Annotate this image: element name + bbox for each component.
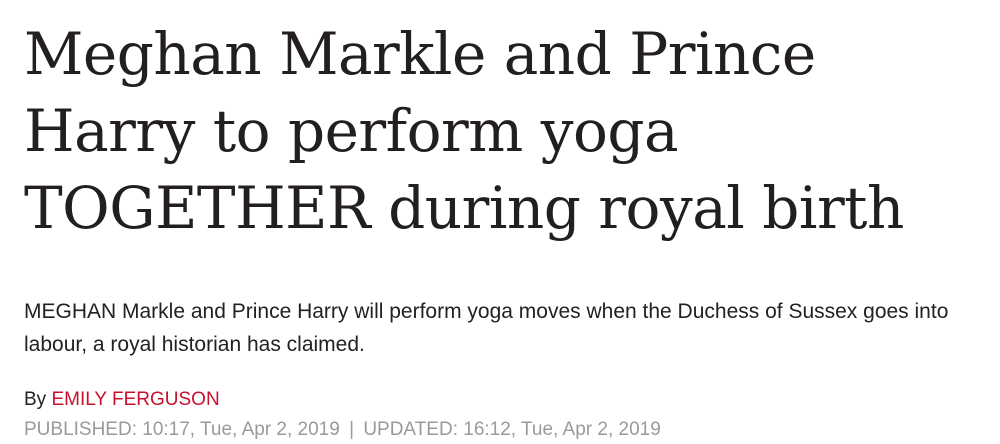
article-headline: Meghan Markle and Prince Harry to perfor… (24, 20, 904, 242)
article: Meghan Markle and Prince Harry to perfor… (24, 16, 984, 443)
byline: By EMILY FERGUSON (24, 387, 984, 413)
byline-prefix: By (24, 389, 47, 410)
published-date: PUBLISHED: 10:17, Tue, Apr 2, 2019 (24, 419, 340, 440)
date-separator: | (349, 419, 355, 440)
updated-date: UPDATED: 16:12, Tue, Apr 2, 2019 (363, 419, 661, 440)
article-dates: PUBLISHED: 10:17, Tue, Apr 2, 2019 | UPD… (24, 417, 984, 443)
author-link[interactable]: EMILY FERGUSON (51, 389, 219, 410)
article-standfirst: MEGHAN Markle and Prince Harry will perf… (24, 300, 949, 356)
